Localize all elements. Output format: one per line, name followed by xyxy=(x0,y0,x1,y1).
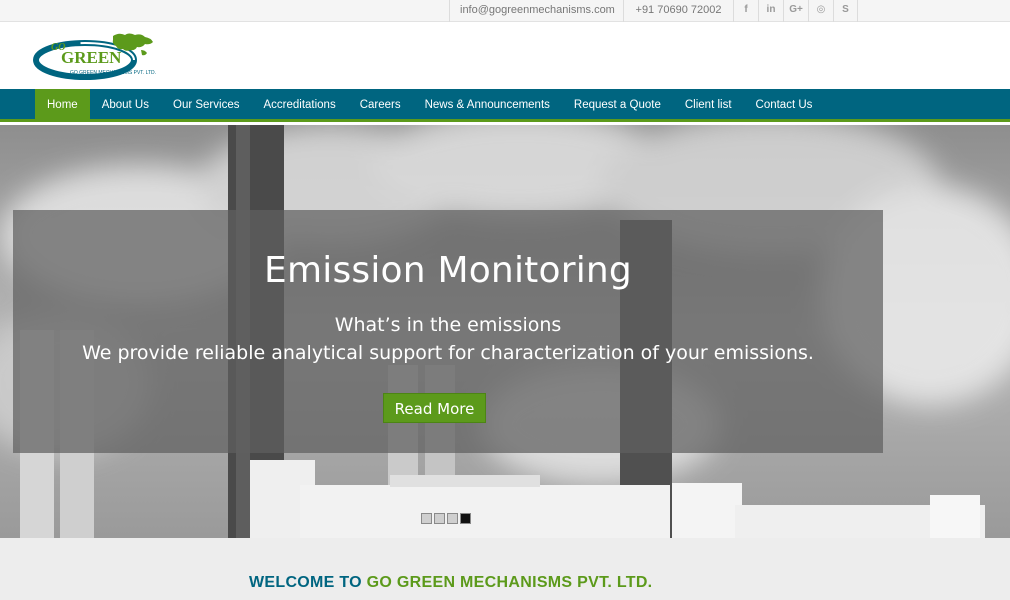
slide-dot-1[interactable] xyxy=(421,513,432,524)
logo-tagline: GO GREEN MECHANISMS PVT. LTD. xyxy=(70,70,156,76)
logo-green-text: GREEN xyxy=(61,48,122,67)
instagram-icon[interactable]: ◎ xyxy=(808,0,833,22)
skype-icon[interactable]: S xyxy=(833,0,858,22)
phone-link[interactable]: +91 70690 72002 xyxy=(623,0,733,22)
top-contact-bar: info@gogreenmechanisms.com +91 70690 720… xyxy=(0,0,1010,22)
nav-item-client-list[interactable]: Client list xyxy=(673,89,744,122)
main-navigation: Home About Us Our Services Accreditation… xyxy=(0,89,1010,122)
welcome-section: WELCOME TO GO GREEN MECHANISMS PVT. LTD. xyxy=(0,538,1010,600)
slide-title: Emission Monitoring xyxy=(264,250,632,291)
welcome-heading-prefix: WELCOME TO xyxy=(249,574,367,591)
welcome-heading-company: GO GREEN MECHANISMS PVT. LTD. xyxy=(366,574,653,591)
nav-item-contact-us[interactable]: Contact Us xyxy=(744,89,825,122)
nav-item-home[interactable]: Home xyxy=(35,89,90,122)
company-logo[interactable]: GO GREEN GO GREEN MECHANISMS PVT. LTD. xyxy=(33,30,165,82)
read-more-button[interactable]: Read More xyxy=(383,393,486,423)
google-plus-icon[interactable]: G+ xyxy=(783,0,808,22)
welcome-heading: WELCOME TO GO GREEN MECHANISMS PVT. LTD. xyxy=(249,574,652,592)
facebook-icon[interactable]: f xyxy=(733,0,758,22)
nav-item-news[interactable]: News & Announcements xyxy=(413,89,562,122)
linkedin-icon[interactable]: in xyxy=(758,0,783,22)
slide-subtitle: What’s in the emissions xyxy=(334,314,562,336)
slide-description: We provide reliable analytical support f… xyxy=(82,342,814,364)
email-link[interactable]: info@gogreenmechanisms.com xyxy=(449,0,623,22)
nav-item-request-quote[interactable]: Request a Quote xyxy=(562,89,673,122)
nav-item-our-services[interactable]: Our Services xyxy=(161,89,251,122)
slide-dot-4[interactable] xyxy=(460,513,471,524)
nav-item-careers[interactable]: Careers xyxy=(348,89,413,122)
nav-item-accreditations[interactable]: Accreditations xyxy=(251,89,347,122)
slide-caption: Emission Monitoring What’s in the emissi… xyxy=(13,210,883,453)
hero-slider: Emission Monitoring What’s in the emissi… xyxy=(0,125,1010,538)
nav-item-about-us[interactable]: About Us xyxy=(90,89,161,122)
slide-dot-2[interactable] xyxy=(434,513,445,524)
slide-dot-3[interactable] xyxy=(447,513,458,524)
slider-pagination xyxy=(421,513,471,524)
site-header: GO GREEN GO GREEN MECHANISMS PVT. LTD. xyxy=(0,22,1010,89)
